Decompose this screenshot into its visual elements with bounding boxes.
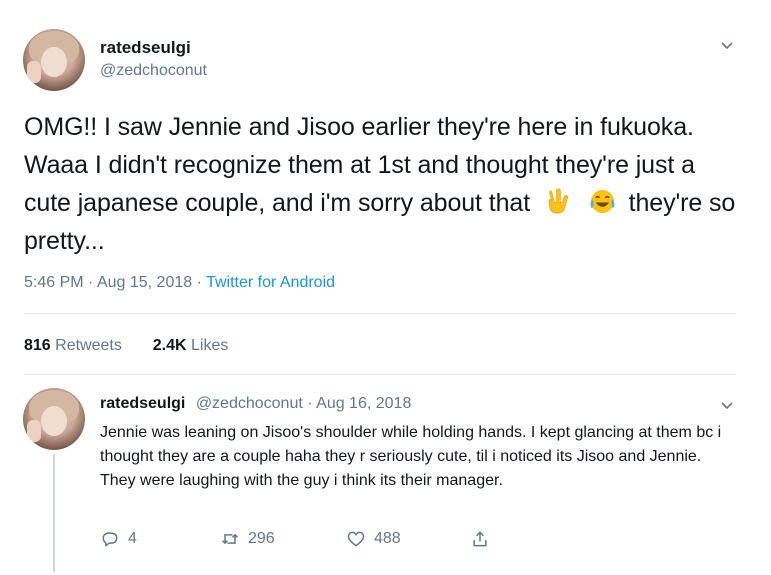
reply-header: ratedseulgi @zedchoconut · Aug 16, 2018 [100,395,411,413]
retweets-label: Retweets [55,337,122,354]
likes-stat[interactable]: 2.4K Likes [153,337,229,354]
tweet-meta: 5:46 PM · Aug 15, 2018 · Twitter for And… [24,274,335,292]
reply-count: 4 [128,530,137,547]
tweet-stats: 816 Retweets 2.4K Likes [24,337,228,355]
reply-avatar[interactable] [23,388,85,450]
likes-label: Likes [191,337,229,354]
like-button[interactable]: 488 [346,528,401,550]
likes-count: 2.4K [152,337,187,354]
divider [24,374,736,375]
reply-text: Jennie was leaning on Jisoo's shoulder w… [100,424,722,489]
reply-display-name[interactable]: ratedseulgi [100,395,185,412]
divider [24,313,736,314]
avatar[interactable] [23,29,85,91]
tweet-time[interactable]: 5:46 PM [24,274,84,291]
chevron-down-icon[interactable] [720,398,734,412]
meta-separator: · [88,274,94,291]
retweets-count: 816 [24,337,51,354]
reply-date[interactable]: Aug 16, 2018 [316,395,411,412]
tweet-date[interactable]: Aug 15, 2018 [97,274,192,291]
tweet-source-link[interactable]: Twitter for Android [206,274,335,291]
display-name[interactable]: ratedseulgi [100,38,191,58]
tears-of-joy-icon [589,188,616,215]
tweet-page: ratedseulgi @zedchoconut OMG!! I saw Jen… [0,0,771,575]
comment-icon [100,529,128,549]
reply-handle[interactable]: @zedchoconut [196,395,303,412]
reply-separator: · [307,395,313,412]
reply-button[interactable]: 4 [100,528,137,550]
handle[interactable]: @zedchoconut [100,62,207,80]
thread-line [53,454,55,572]
tweet-text: OMG!! I saw Jennie and Jisoo earlier the… [24,108,744,260]
share-button[interactable] [470,528,498,550]
chevron-down-icon[interactable] [720,38,734,52]
victory-hand-icon [543,188,570,215]
retweet-count: 296 [248,530,275,547]
like-count: 488 [374,530,401,547]
heart-icon [346,529,374,549]
share-icon [470,529,498,549]
retweet-icon [220,529,248,549]
retweets-stat[interactable]: 816 Retweets [24,337,126,354]
retweet-button[interactable]: 296 [220,528,275,550]
meta-separator: · [196,274,202,291]
